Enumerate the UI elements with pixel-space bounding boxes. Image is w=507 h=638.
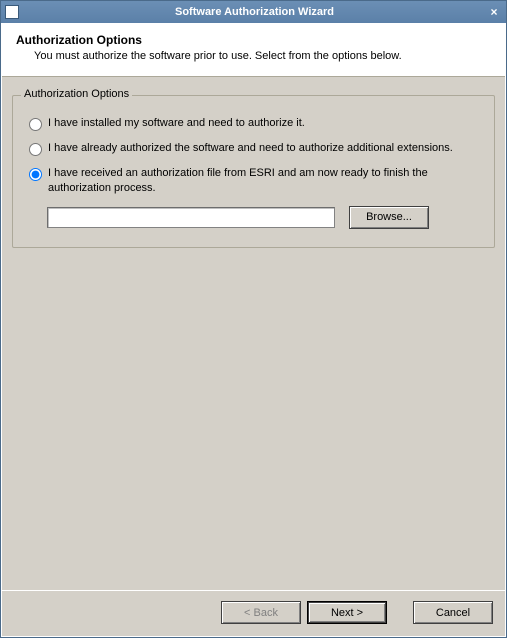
page-subtitle: You must authorize the software prior to… [34,50,491,62]
radio-file-input[interactable] [29,168,42,181]
auth-file-input[interactable] [47,207,335,228]
footer-spacer [393,601,407,624]
next-button[interactable]: Next > [307,601,387,624]
auth-options-group: Authorization Options I have installed m… [12,95,495,248]
wizard-header: Authorization Options You must authorize… [2,23,505,77]
radio-option-file[interactable]: I have received an authorization file fr… [29,166,482,196]
page-title: Authorization Options [16,33,491,47]
radio-install-input[interactable] [29,118,42,131]
wizard-body: Authorization Options I have installed m… [2,77,505,590]
radio-extensions-input[interactable] [29,143,42,156]
radio-option-install[interactable]: I have installed my software and need to… [29,116,482,131]
back-button: < Back [221,601,301,624]
app-icon [5,5,19,19]
wizard-footer: < Back Next > Cancel [2,590,505,636]
radio-option-extensions[interactable]: I have already authorized the software a… [29,141,482,156]
close-icon[interactable]: × [486,4,502,20]
titlebar: Software Authorization Wizard × [1,1,506,23]
browse-button[interactable]: Browse... [349,206,429,229]
cancel-button[interactable]: Cancel [413,601,493,624]
window-title: Software Authorization Wizard [23,6,486,18]
group-legend: Authorization Options [21,88,132,100]
radio-install-label: I have installed my software and need to… [48,116,482,131]
file-row: Browse... [47,206,482,229]
radio-file-label: I have received an authorization file fr… [48,166,482,196]
wizard-window: Software Authorization Wizard × Authoriz… [0,0,507,638]
client-area: Authorization Options You must authorize… [1,23,506,637]
radio-extensions-label: I have already authorized the software a… [48,141,482,156]
